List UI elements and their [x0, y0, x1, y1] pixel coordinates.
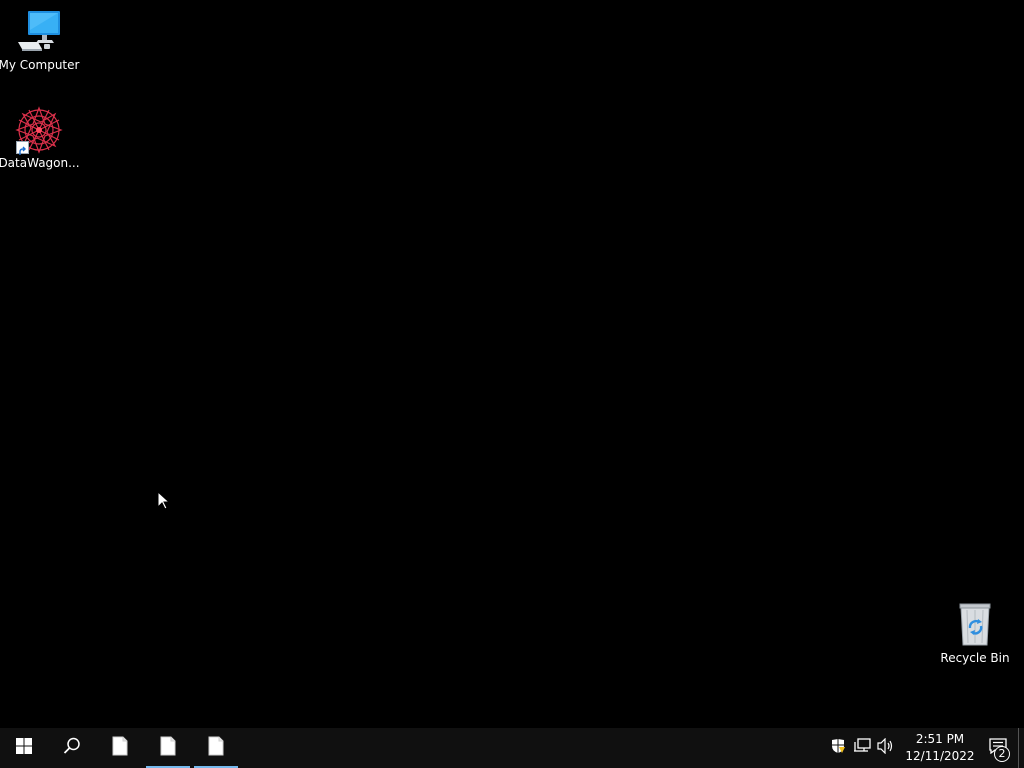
desktop-icon-label: DataWagon... — [0, 156, 80, 170]
system-tray: 2:51 PM 12/11/2022 2 — [826, 728, 1024, 768]
desktop-icon-datawagon[interactable]: DataWagon... — [0, 106, 80, 171]
taskbar-clock[interactable]: 2:51 PM 12/11/2022 — [902, 728, 978, 768]
tray-volume-button[interactable] — [874, 728, 898, 768]
desktop-icon-label: My Computer — [0, 58, 80, 72]
clock-time: 2:51 PM — [915, 732, 965, 746]
tray-network-button[interactable] — [850, 728, 874, 768]
datawagon-logo-icon — [15, 106, 63, 155]
taskbar: 2:51 PM 12/11/2022 2 — [0, 728, 1024, 768]
shortcut-arrow-icon — [16, 141, 29, 155]
start-button[interactable] — [0, 728, 48, 768]
mouse-cursor-icon — [157, 490, 171, 511]
desktop[interactable]: My Computer DataWagon... Recycle Bin — [0, 0, 1024, 728]
windows-logo-icon — [16, 738, 32, 758]
taskbar-app-2[interactable] — [144, 728, 192, 768]
search-button[interactable] — [48, 728, 96, 768]
document-icon — [112, 736, 128, 760]
recycle-bin-icon — [951, 601, 999, 649]
search-icon — [63, 737, 81, 759]
desktop-icon-recycle-bin[interactable]: Recycle Bin — [936, 601, 1014, 666]
volume-icon — [877, 737, 895, 758]
computer-icon — [15, 8, 63, 56]
desktop-icon-label: Recycle Bin — [940, 651, 1010, 665]
security-warning-icon — [830, 738, 846, 758]
document-icon — [160, 736, 176, 760]
document-icon — [208, 736, 224, 760]
taskbar-app-1[interactable] — [96, 728, 144, 768]
tray-security-button[interactable] — [826, 728, 850, 768]
taskbar-app-3[interactable] — [192, 728, 240, 768]
show-desktop-button[interactable] — [1018, 728, 1024, 768]
notification-count-badge: 2 — [994, 746, 1010, 762]
clock-date: 12/11/2022 — [905, 749, 975, 763]
network-icon — [853, 738, 871, 758]
desktop-icon-my-computer[interactable]: My Computer — [0, 8, 80, 73]
action-center-button[interactable]: 2 — [978, 728, 1018, 768]
